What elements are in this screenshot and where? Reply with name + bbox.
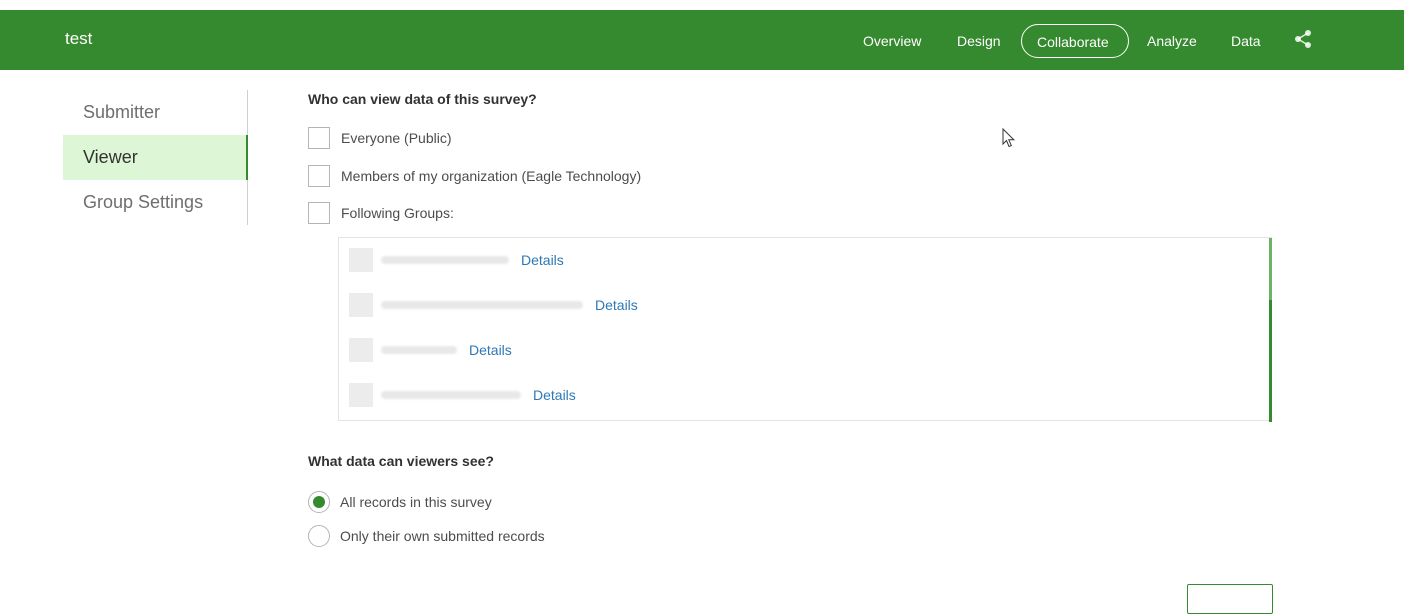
group-thumbnail bbox=[349, 293, 373, 317]
group-thumbnail bbox=[349, 383, 373, 407]
groups-checkbox[interactable] bbox=[308, 202, 330, 224]
group-details-link[interactable]: Details bbox=[469, 342, 512, 358]
group-name-redacted bbox=[381, 301, 583, 309]
nav-tab-overview[interactable]: Overview bbox=[863, 24, 921, 58]
sidebar-item-group-settings[interactable]: Group Settings bbox=[63, 180, 247, 225]
group-name-redacted bbox=[381, 256, 509, 264]
all-records-label: All records in this survey bbox=[340, 494, 492, 510]
groups-scrollbar-thumb[interactable] bbox=[1269, 238, 1272, 300]
app-header: test Overview Design Collaborate Analyze… bbox=[0, 10, 1404, 70]
own-records-label: Only their own submitted records bbox=[340, 528, 545, 544]
option-all-records: All records in this survey bbox=[308, 490, 492, 514]
settings-sidebar: Submitter Viewer Group Settings bbox=[63, 90, 248, 225]
option-organization: Members of my organization (Eagle Techno… bbox=[308, 164, 641, 188]
group-thumbnail bbox=[349, 338, 373, 362]
nav-tab-analyze[interactable]: Analyze bbox=[1147, 24, 1197, 58]
group-row: Details bbox=[349, 382, 576, 408]
nav-tab-data[interactable]: Data bbox=[1231, 24, 1261, 58]
mouse-cursor-icon bbox=[1002, 128, 1016, 148]
group-name-redacted bbox=[381, 391, 521, 399]
groups-label: Following Groups: bbox=[341, 205, 454, 221]
share-icon[interactable] bbox=[1293, 29, 1313, 49]
view-access-question: Who can view data of this survey? bbox=[308, 91, 537, 107]
sidebar-item-viewer[interactable]: Viewer bbox=[63, 135, 248, 180]
everyone-label: Everyone (Public) bbox=[341, 130, 452, 146]
group-row: Details bbox=[349, 247, 564, 273]
group-thumbnail bbox=[349, 248, 373, 272]
everyone-checkbox[interactable] bbox=[308, 127, 330, 149]
group-row: Details bbox=[349, 337, 512, 363]
top-strip bbox=[0, 0, 1404, 10]
group-row: Details bbox=[349, 292, 638, 318]
option-everyone: Everyone (Public) bbox=[308, 126, 452, 150]
option-following-groups: Following Groups: bbox=[308, 201, 454, 225]
organization-checkbox[interactable] bbox=[308, 165, 330, 187]
app-title: test bbox=[65, 29, 93, 48]
groups-list: Details Details Details Details bbox=[338, 237, 1272, 422]
organization-label: Members of my organization (Eagle Techno… bbox=[341, 168, 642, 184]
group-details-link[interactable]: Details bbox=[533, 387, 576, 403]
nav-tab-collaborate[interactable]: Collaborate bbox=[1021, 24, 1129, 58]
radio-selected-dot bbox=[313, 496, 325, 508]
own-records-radio[interactable] bbox=[308, 525, 330, 547]
sidebar-item-submitter[interactable]: Submitter bbox=[63, 90, 247, 135]
group-name-redacted bbox=[381, 346, 457, 354]
option-own-records: Only their own submitted records bbox=[308, 524, 545, 548]
nav-tab-design[interactable]: Design bbox=[957, 24, 1001, 58]
group-details-link[interactable]: Details bbox=[595, 297, 638, 313]
data-visibility-question: What data can viewers see? bbox=[308, 453, 494, 469]
save-button[interactable] bbox=[1187, 584, 1273, 614]
group-details-link[interactable]: Details bbox=[521, 252, 564, 268]
groups-scrollbar[interactable] bbox=[1269, 238, 1272, 422]
all-records-radio[interactable] bbox=[308, 491, 330, 513]
